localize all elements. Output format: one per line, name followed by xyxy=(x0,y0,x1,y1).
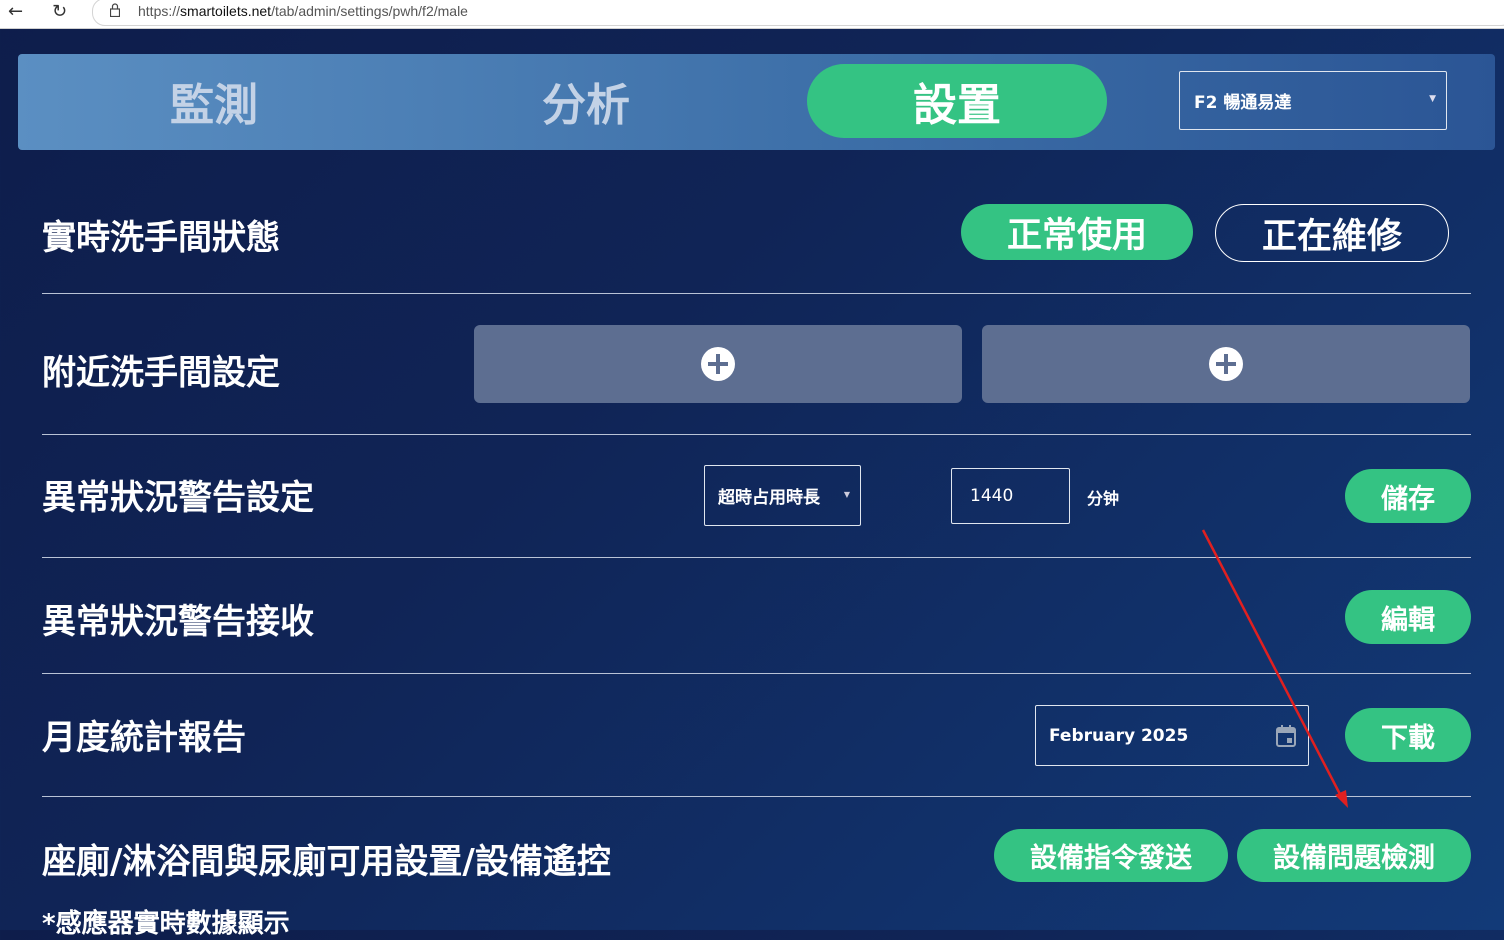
annotation-arrow-icon xyxy=(1201,529,1348,808)
